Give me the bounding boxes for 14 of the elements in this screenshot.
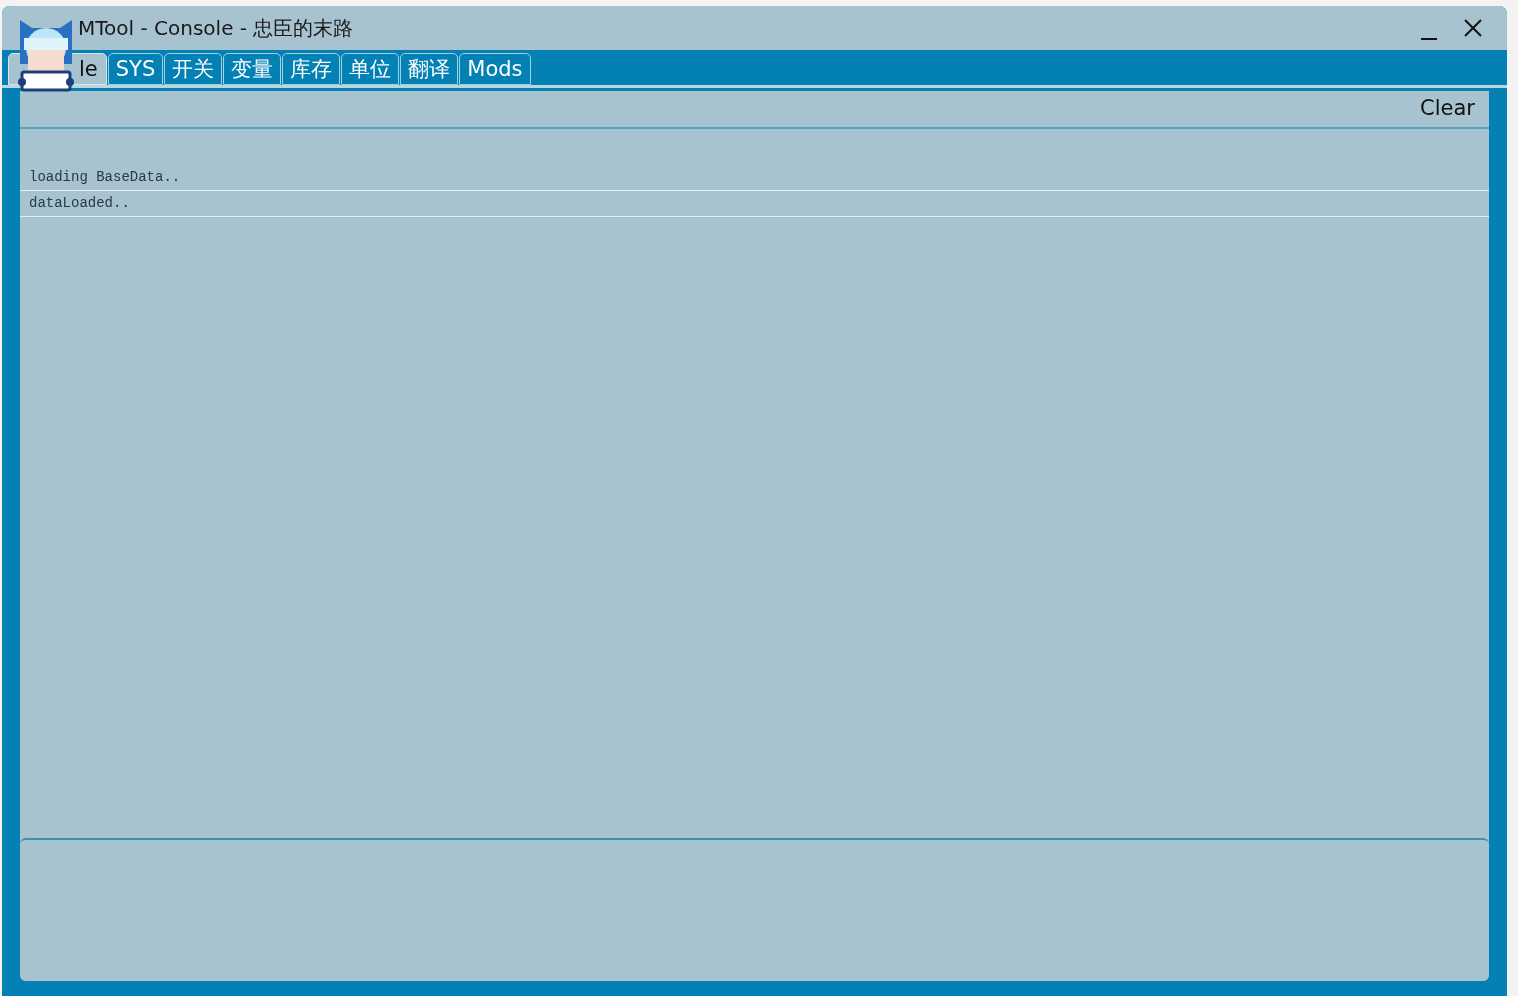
log-line: dataLoaded..: [20, 191, 1489, 217]
clear-button[interactable]: Clear: [1420, 93, 1475, 125]
tab[interactable]: 翻译: [400, 53, 459, 85]
tab[interactable]: 变量: [223, 53, 282, 85]
input-area[interactable]: [20, 838, 1489, 981]
tab[interactable]: 单位: [341, 53, 400, 85]
window-title: MTool - Console - 忠臣的末路: [78, 15, 354, 42]
close-icon: [1464, 19, 1482, 37]
log-line: loading BaseData..: [20, 165, 1489, 191]
tab[interactable]: Mods: [459, 53, 531, 85]
tab[interactable]: 开关: [164, 53, 223, 85]
minimize-icon: [1421, 38, 1437, 40]
tab[interactable]: 库存: [282, 53, 341, 85]
tab[interactable]: SYS: [107, 53, 164, 85]
